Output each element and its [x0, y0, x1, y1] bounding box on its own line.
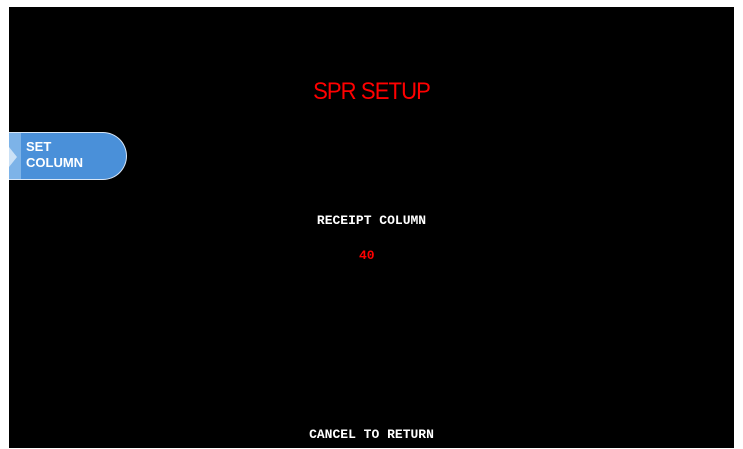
screen-title: SPR SETUP [313, 78, 431, 105]
fdk-arrow-icon [9, 133, 21, 179]
cancel-instruction: CANCEL TO RETURN [309, 427, 434, 442]
receipt-column-value: 40 [359, 248, 375, 263]
receipt-column-label: RECEIPT COLUMN [316, 213, 427, 228]
set-column-button[interactable]: SET COLUMN [9, 132, 127, 180]
set-column-label: SET COLUMN [26, 139, 84, 170]
atm-screen: SPR SETUP SET COLUMN RECEIPT COLUMN 40 C… [9, 7, 734, 448]
